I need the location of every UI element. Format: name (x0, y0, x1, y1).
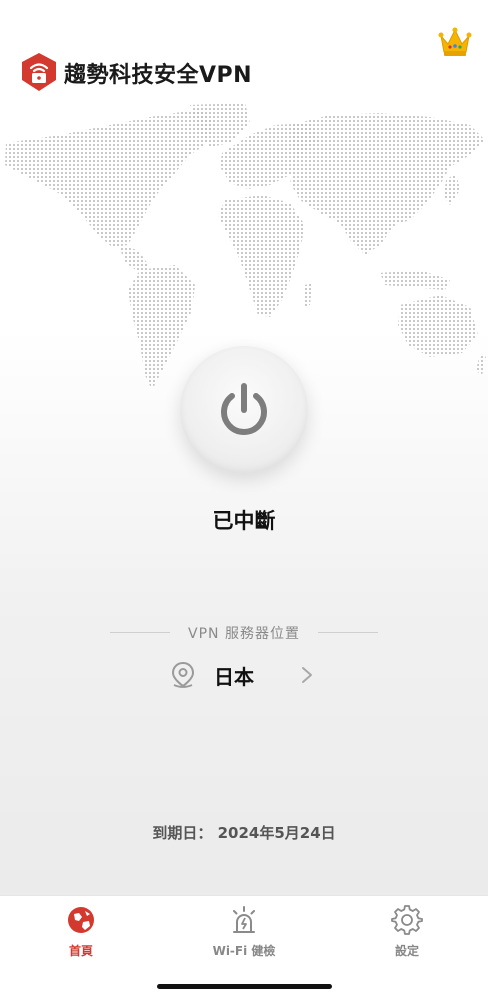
gear-icon (391, 905, 423, 935)
tab-home[interactable]: 首頁 (21, 904, 141, 964)
app-title: 趨勢科技安全VPN (64, 63, 253, 88)
connection-status: 已中斷 (212, 509, 276, 533)
tab-wifi-check[interactable]: Wi-Fi 健檢 (184, 904, 304, 964)
connect-power-button[interactable] (180, 346, 308, 474)
crown-icon[interactable] (438, 26, 472, 58)
expiry-date: 到期日： 2024年5月24日 (152, 824, 336, 842)
globe-icon (68, 907, 94, 933)
tab-settings[interactable]: 設定 (347, 904, 467, 964)
header: 趨勢科技安全VPN (0, 0, 488, 110)
server-section-header: VPN 服務器位置 (110, 623, 378, 643)
map-pin-icon (171, 661, 195, 688)
server-section-label: VPN 服務器位置 (188, 626, 300, 642)
home-indicator[interactable] (157, 984, 332, 989)
tab-wifi-check-label: Wi-Fi 健檢 (212, 944, 276, 958)
chevron-right-icon (302, 667, 312, 683)
wifi-alert-icon (233, 906, 255, 933)
tab-settings-label: 設定 (394, 944, 419, 958)
app-logo-icon (22, 53, 56, 91)
server-location-selector[interactable]: 日本 (170, 657, 320, 693)
tab-home-label: 首頁 (68, 944, 93, 958)
power-icon (221, 383, 267, 435)
server-location-name: 日本 (214, 665, 254, 689)
divider-right (318, 632, 378, 633)
